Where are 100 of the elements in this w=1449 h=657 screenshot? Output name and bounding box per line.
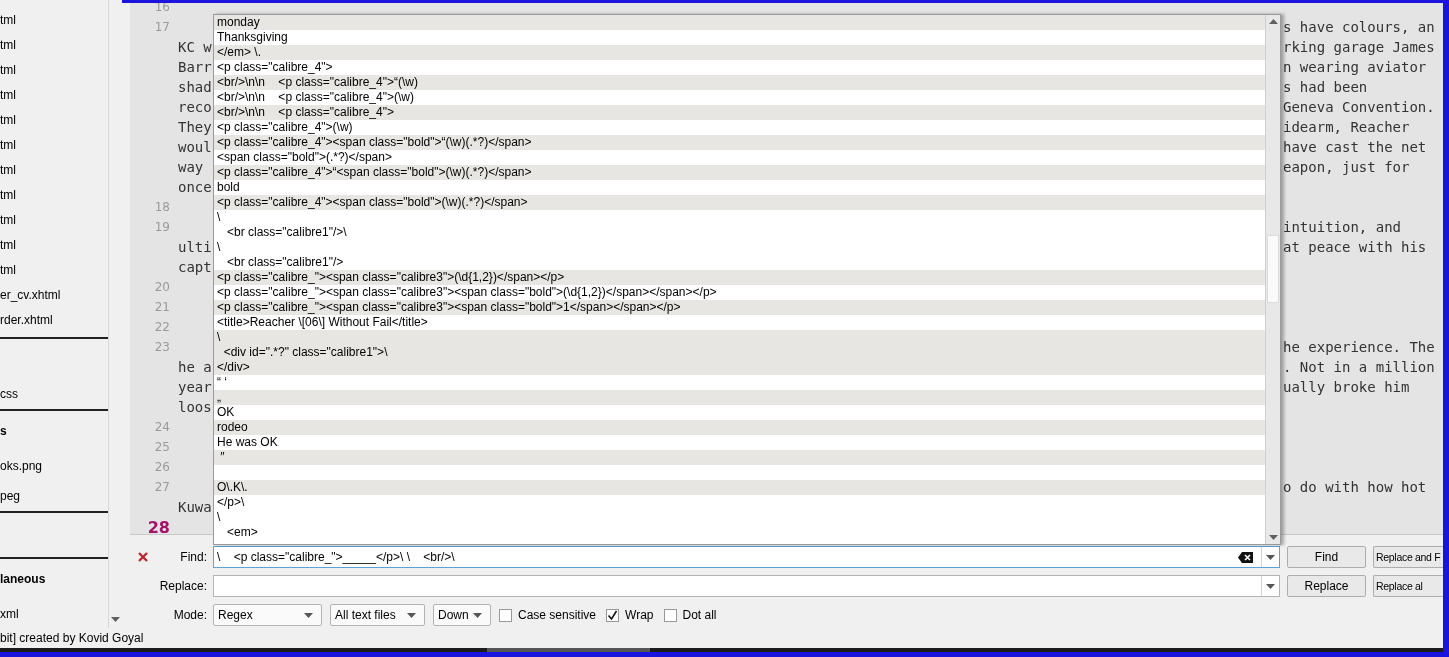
file-item[interactable]: tml	[0, 233, 108, 258]
editor-text: s have colours, an	[1283, 19, 1435, 35]
editor-text: They	[178, 119, 212, 135]
caret-icon	[473, 612, 482, 618]
completion-item[interactable]: <p class="calibre_4"><span class="bold">(\w)(.*?)</span>	[214, 195, 1265, 210]
completion-item[interactable]: O\.K\.	[214, 480, 1265, 495]
line-number: 26	[154, 460, 170, 474]
file-item[interactable]: tml	[0, 108, 108, 133]
editor-text: shad	[178, 79, 212, 95]
checkbox-label[interactable]: Dot all	[682, 608, 717, 622]
caret-icon	[1266, 583, 1275, 589]
category-header[interactable]: s	[0, 424, 7, 438]
editor-text: . Not in a million	[1283, 359, 1435, 375]
completion-item[interactable]: <p class="calibre_4">(\w)	[214, 120, 1265, 135]
file-item[interactable]: tml	[0, 33, 108, 58]
editor-text: at peace with his	[1283, 239, 1427, 255]
file-item[interactable]: tml	[0, 58, 108, 83]
editor-text: idearm, Reacher	[1283, 119, 1410, 135]
checkbox[interactable]	[606, 608, 620, 622]
line-number: 23	[154, 340, 170, 354]
checkbox[interactable]	[663, 608, 677, 622]
file-item[interactable]: tml	[0, 8, 108, 33]
completion-item[interactable]: </p>\ \ <em>	[214, 495, 1265, 540]
editor-text: eapon, just for	[1283, 159, 1410, 175]
replace-button[interactable]: Replace	[1287, 575, 1366, 597]
completion-item[interactable]: bold	[214, 180, 1265, 195]
editor-text: he experience. The	[1283, 339, 1435, 355]
completion-item[interactable]: He was OK	[214, 435, 1265, 450]
mode-dropdown[interactable]: Down	[433, 604, 491, 626]
category-header[interactable]: laneous	[0, 572, 46, 586]
completion-item[interactable]: <br/>\n\n <p class="calibre_4">	[214, 105, 1265, 120]
find-field[interactable]: \ <p class="calibre_">_____</p>\ \ <br/>\	[214, 550, 1238, 564]
checkbox-label[interactable]: Wrap	[625, 608, 654, 622]
completion-item[interactable]: rodeo	[214, 420, 1265, 435]
find-combobox[interactable]: \ <p class="calibre_">_____</p>\ \ <br/>\	[213, 546, 1280, 568]
file-item[interactable]: tml	[0, 158, 108, 183]
down-arrow-icon[interactable]	[1268, 535, 1278, 540]
completion-item[interactable]: OK	[214, 405, 1265, 420]
file-item[interactable]: tml	[0, 83, 108, 108]
completion-item[interactable]: <span class="bold">(.*?)</span>	[214, 150, 1265, 165]
file-item[interactable]: tml	[0, 258, 108, 283]
completion-item[interactable]: <p class="calibre_"><span class="calibre3">(\d{1,2})</span></p>	[214, 270, 1265, 285]
checkbox[interactable]	[499, 608, 512, 622]
completion-item[interactable]: „	[214, 390, 1265, 405]
file-item[interactable]: er_cv.xhtml	[0, 283, 108, 308]
checkbox-label[interactable]: Case sensitive	[518, 608, 597, 622]
editor-text: s had been	[1283, 79, 1368, 95]
replace-field[interactable]	[213, 575, 1280, 597]
editor-text: Kuwa	[178, 499, 212, 515]
editor-text: way	[178, 159, 204, 175]
find-label: Find:	[180, 550, 207, 564]
line-number: 21	[154, 300, 170, 314]
replace-button[interactable]: Replace al	[1373, 575, 1443, 597]
editor-text: year	[178, 379, 212, 395]
completion-item[interactable]: <p class="calibre_"><span class="calibre3"><span class="bold">(\d{1,2})</span></span></p>	[214, 285, 1265, 300]
completion-item[interactable]: ″	[214, 450, 1265, 465]
replace-label: Replace:	[159, 579, 207, 593]
completion-item[interactable]: monday	[214, 15, 1265, 30]
file-item[interactable]: peg	[0, 481, 108, 511]
file-item[interactable]: tml	[0, 183, 108, 208]
editor-text: n wearing aviator	[1283, 59, 1427, 75]
up-arrow-icon[interactable]	[1268, 19, 1278, 24]
completion-item[interactable]: </em> \.	[214, 45, 1265, 60]
mode-dropdown[interactable]: All text files	[330, 604, 425, 626]
mode-dropdown[interactable]: Regex	[213, 604, 322, 626]
find-button[interactable]: Find	[1287, 546, 1366, 568]
completion-item[interactable]: <p class="calibre_4">“<span class="bold">(\w)(.*?)</span>	[214, 165, 1265, 180]
file-item[interactable]: tml	[0, 133, 108, 158]
editor-text: intuition, and	[1283, 219, 1401, 235]
close-icon[interactable]	[138, 552, 148, 562]
completion-item[interactable]: \ <div id=".*?" class="calibre1">\ </div>	[214, 330, 1265, 375]
completion-item[interactable]: <p class="calibre_4">	[214, 60, 1265, 75]
file-item[interactable]: tml	[0, 208, 108, 233]
file-item[interactable]: xml	[0, 599, 108, 628]
scrollbar-thumb[interactable]	[1267, 235, 1279, 303]
completion-item[interactable]: <br/>\n\n <p class="calibre_4">“(\w)	[214, 75, 1265, 90]
scrollbar[interactable]	[1265, 15, 1280, 544]
completion-item[interactable]: <br/>\n\n <p class="calibre_4">(\w)	[214, 90, 1265, 105]
file-item[interactable]: oks.png	[0, 451, 108, 481]
file-item[interactable]: css	[0, 379, 108, 409]
clear-icon[interactable]	[1238, 551, 1253, 563]
line-number: 19	[154, 220, 170, 234]
completion-item[interactable]: <p class="calibre_4"><span class="bold">“(\w)(.*?)</span>	[214, 135, 1265, 150]
find-button[interactable]: Replace and F	[1373, 546, 1443, 568]
file-item[interactable]: rder.xhtml	[0, 308, 108, 333]
editor-text: he a	[178, 359, 212, 375]
editor-text: o do with how hot	[1283, 479, 1427, 495]
down-arrow-icon[interactable]	[111, 617, 120, 622]
completion-item[interactable]: Thanksgiving	[214, 30, 1265, 45]
status-text: bit] created by Kovid Goyal	[0, 631, 144, 645]
line-number: 17	[154, 20, 170, 34]
editor-text: rking garage James	[1283, 39, 1435, 55]
completion-item[interactable]: “ ‘	[214, 375, 1265, 390]
completion-item[interactable]: <title>Reacher \[06\] Without Fail</title>	[214, 315, 1265, 330]
editor-text: Barr	[178, 59, 212, 75]
line-number: 18	[154, 200, 170, 214]
caret-icon	[1266, 554, 1275, 560]
line-number: 22	[154, 320, 170, 334]
completion-item[interactable]: <p class="calibre_"><span class="calibre3"><span class="bold">1</span></span></p>	[214, 300, 1265, 315]
completion-item[interactable]: \ <br class="calibre1"/>\ \ <br class="calibre1"/>	[214, 210, 1265, 270]
